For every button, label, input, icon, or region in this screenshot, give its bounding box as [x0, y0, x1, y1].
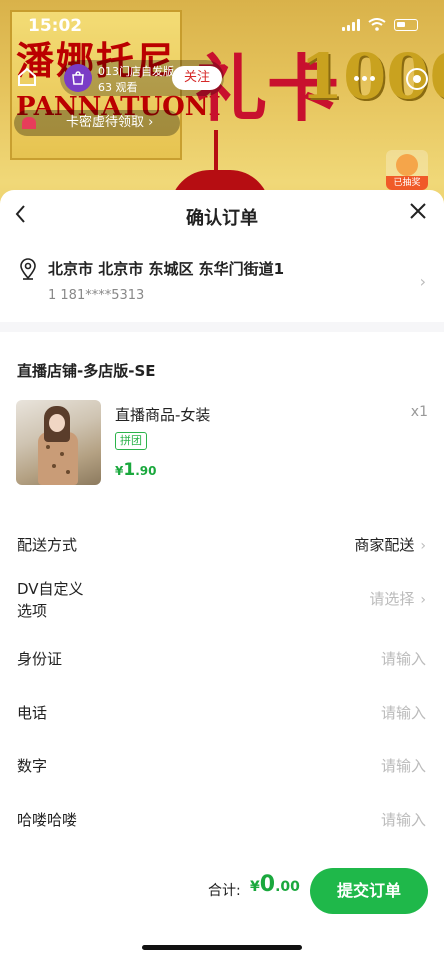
- coupon-tip-text: 卡密虚待领取 ›: [66, 115, 154, 130]
- signal-icon: [342, 18, 360, 31]
- number-input[interactable]: 请输入: [381, 755, 426, 776]
- chevron-right-icon: ›: [420, 592, 426, 608]
- address-contact: 1 181****5313: [48, 288, 145, 303]
- chevron-right-icon: ›: [420, 538, 426, 554]
- field-label: 哈喽哈喽: [17, 811, 78, 829]
- field-label: 数字: [17, 757, 48, 775]
- confirm-order-sheet: 确认订单 北京市 北京市 东城区 东华门街道1 1 181****5313 › …: [0, 190, 444, 960]
- chevron-right-icon: ›: [419, 272, 426, 291]
- coupon-tip[interactable]: 卡密虚待领取 ›: [14, 110, 180, 136]
- record-icon[interactable]: [406, 68, 428, 90]
- address-line: 北京市 北京市 东城区 东华门街道1: [48, 260, 285, 278]
- address-card[interactable]: 北京市 北京市 东城区 东华门街道1 1 181****5313 ›: [0, 250, 444, 310]
- total-label: 合计:: [208, 883, 241, 899]
- field-label: 身份证: [17, 650, 63, 668]
- host-avatar: [64, 64, 92, 92]
- field-label: DV自定义 选项: [17, 580, 84, 620]
- page-title: 确认订单: [186, 208, 258, 229]
- gift-badge[interactable]: 已抽奖: [386, 150, 428, 190]
- product-price: ¥1.90: [115, 460, 157, 480]
- phone-input[interactable]: 请输入: [381, 702, 426, 723]
- shop-bag-icon: [72, 71, 84, 85]
- shop-name: 直播店铺-多店版-SE: [17, 362, 156, 380]
- id-card-input[interactable]: 请输入: [381, 648, 426, 669]
- close-icon: [410, 203, 426, 219]
- checkout-bar: 合计: ¥0.00 提交订单: [0, 862, 444, 922]
- follow-button[interactable]: 关注: [172, 66, 222, 90]
- viewer-count: 63 观看: [98, 81, 138, 94]
- home-icon[interactable]: [16, 66, 38, 88]
- total-amount: ¥0.00: [250, 872, 300, 897]
- phone-row: 电话 请输入: [0, 698, 444, 728]
- custom-option-select[interactable]: 请选择 ›: [369, 588, 426, 609]
- host-name: 013门店自发版: [98, 65, 174, 78]
- group-buy-tag: 拼团: [115, 432, 147, 450]
- section-divider: [0, 322, 444, 332]
- home-indicator: [142, 945, 302, 950]
- status-icons: [342, 18, 418, 31]
- product-name: 直播商品-女装: [115, 406, 211, 424]
- wifi-icon: [368, 18, 386, 31]
- product-thumbnail: [16, 400, 101, 485]
- custom-option-row[interactable]: DV自定义 选项 请选择 ›: [0, 574, 444, 626]
- sheet-header: 确认订单: [0, 190, 444, 242]
- decoration: [214, 130, 218, 175]
- status-bar: 15:02: [0, 0, 444, 44]
- product-quantity: x1: [410, 404, 428, 420]
- field-label: 电话: [17, 704, 48, 722]
- close-button[interactable]: [406, 202, 430, 226]
- gift-label: 已抽奖: [386, 176, 428, 190]
- product-item: 直播商品-女装 x1 拼团 ¥1.90: [16, 400, 428, 486]
- heart-icon: [22, 117, 36, 129]
- status-time: 15:02: [28, 16, 83, 36]
- battery-icon: [394, 18, 418, 31]
- id-card-row: 身份证 请输入: [0, 644, 444, 674]
- location-pin-icon: [20, 258, 36, 280]
- more-icon[interactable]: [354, 76, 382, 84]
- delivery-method-value: 商家配送 ›: [354, 536, 426, 554]
- field-label: 配送方式: [17, 536, 78, 554]
- hello-input[interactable]: 请输入: [381, 809, 426, 830]
- delivery-method-row[interactable]: 配送方式 商家配送 ›: [0, 530, 444, 560]
- hello-row: 哈喽哈喽 请输入: [0, 805, 444, 835]
- submit-order-button[interactable]: 提交订单: [310, 868, 428, 914]
- number-row: 数字 请输入: [0, 751, 444, 781]
- gift-icon: [396, 154, 418, 176]
